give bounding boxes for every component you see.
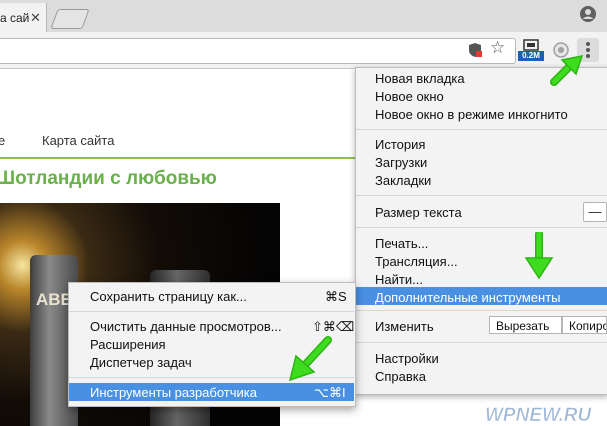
menu-separator — [356, 310, 607, 311]
submenu-item-developer-tools[interactable]: Инструменты разработчика — [90, 385, 257, 400]
menu-separator — [356, 342, 607, 343]
close-icon[interactable]: ✕ — [30, 10, 41, 26]
menu-item-settings[interactable]: Настройки — [375, 351, 439, 366]
menu-item-new-window[interactable]: Новое окно — [375, 89, 444, 104]
extension-badge[interactable]: 0.2M — [518, 39, 544, 61]
menu-separator — [356, 195, 607, 196]
submenu-item-clear-data[interactable]: Очистить данные просмотров... — [90, 319, 282, 334]
cut-button[interactable]: Вырезать — [489, 316, 562, 334]
watermark-text: WPNEW.RU — [485, 405, 593, 426]
submenu-item-extensions[interactable]: Расширения — [90, 337, 166, 352]
menu-item-find[interactable]: Найти... — [375, 272, 423, 287]
watermark-logo: WPNEW.RU — [485, 405, 593, 426]
site-nav-item[interactable]: е — [0, 133, 5, 148]
menu-item-downloads[interactable]: Загрузки — [375, 155, 427, 170]
arrow-annotation-icon — [524, 232, 554, 280]
product-label-text: ABE — [36, 290, 72, 309]
submenu-item-save-page[interactable]: Сохранить страницу как... — [90, 289, 247, 304]
tab-strip — [0, 0, 607, 32]
zoom-out-label: — — [588, 204, 602, 219]
copy-button[interactable]: Копиров — [562, 316, 607, 334]
menu-dot — [586, 42, 590, 46]
menu-item-bookmarks[interactable]: Закладки — [375, 173, 431, 188]
extension-badge-label: 0.2M — [518, 51, 544, 61]
menu-item-print[interactable]: Печать... — [375, 236, 428, 251]
menu-separator — [356, 129, 607, 130]
menu-item-history[interactable]: История — [375, 137, 425, 152]
address-bar[interactable] — [0, 38, 516, 64]
page-divider — [0, 157, 355, 159]
menu-item-new-tab[interactable]: Новая вкладка — [375, 71, 465, 86]
menu-item-incognito[interactable]: Новое окно в режиме инкогнито — [375, 107, 568, 122]
site-nav-sitemap[interactable]: Карта сайта — [42, 133, 114, 148]
submenu-item-task-manager[interactable]: Диспетчер задач — [90, 355, 192, 370]
zoom-out-button[interactable]: — — [583, 202, 607, 222]
menu-item-edit: Изменить — [375, 319, 434, 334]
submenu-shortcut: ⌘S — [325, 289, 347, 304]
menu-separator — [356, 227, 607, 228]
menu-item-cast[interactable]: Трансляция... — [375, 254, 458, 269]
submenu-shortcut: ⇧⌘⌫ — [312, 319, 355, 334]
arrow-annotation-icon — [550, 55, 584, 86]
tab-active[interactable]: а сай ✕ — [0, 3, 47, 32]
profile-icon[interactable] — [578, 4, 598, 24]
tab-title: а сай — [0, 11, 30, 25]
page-heading: Шотландии с любовью — [0, 168, 217, 189]
menu-item-help[interactable]: Справка — [375, 369, 426, 384]
submenu-separator — [69, 311, 354, 312]
bookmark-star-icon[interactable]: ☆ — [490, 38, 505, 58]
arrow-annotation-icon — [288, 336, 332, 382]
menu-item-more-tools[interactable]: Дополнительные инструменты — [375, 290, 561, 305]
submenu-shortcut: ⌥⌘I — [314, 385, 346, 400]
menu-item-text-size: Размер текста — [375, 205, 462, 220]
shield-icon[interactable] — [467, 42, 483, 58]
